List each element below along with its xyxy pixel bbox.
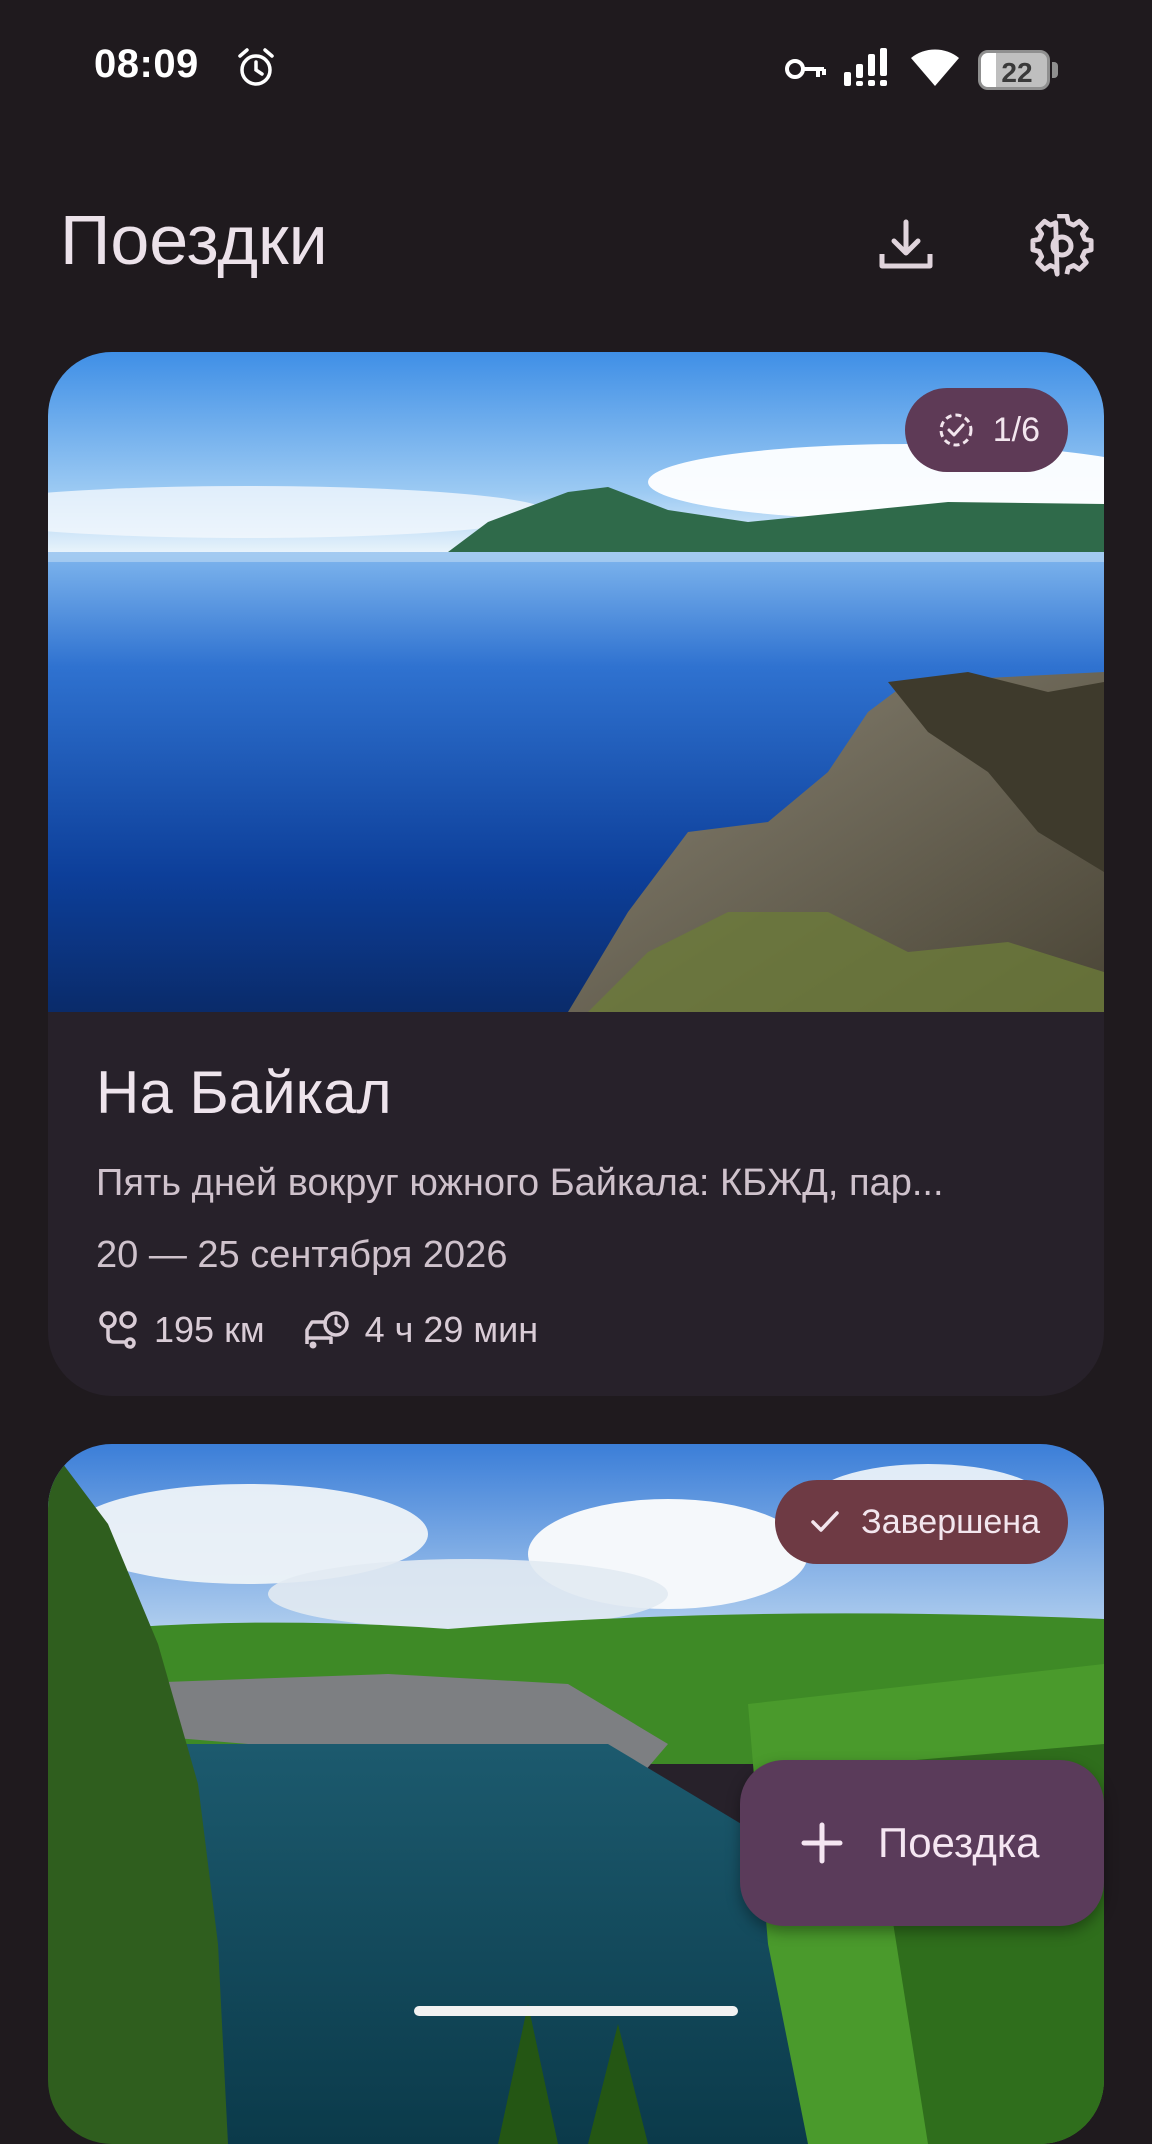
download-icon	[879, 219, 933, 269]
check-icon	[811, 1511, 839, 1532]
home-indicator[interactable]	[414, 2006, 738, 2016]
alarm-icon	[238, 48, 274, 86]
settings-button[interactable]	[1014, 198, 1110, 294]
car-clock-icon	[304, 1311, 349, 1349]
trip-title: На Байкал	[96, 1059, 392, 1126]
trip-stats: 195 км 4 ч 29 мин	[96, 1308, 576, 1352]
trip-progress-text: 1/6	[992, 410, 1040, 449]
trip-duration: 4 ч 29 мин	[303, 1308, 539, 1352]
trip-card[interactable]: 1/6 На Байкал Пять дней вокруг южного Ба…	[48, 352, 1104, 1396]
trip-completed-badge: Завершена	[775, 1480, 1068, 1564]
trip-completed-text: Завершена	[861, 1502, 1040, 1541]
battery-level: 22	[1001, 57, 1033, 88]
page-title: Поездки	[60, 201, 328, 279]
trip-cover-image: 1/6	[48, 352, 1104, 1012]
trip-progress-badge: 1/6	[904, 388, 1068, 472]
settings-gear-icon	[1030, 214, 1094, 277]
trip-duration-text: 4 ч 29 мин	[364, 1309, 539, 1350]
trip-dates: 20 — 25 сентября 2026	[96, 1234, 508, 1276]
status-bar: 08:09 22	[0, 0, 1152, 140]
battery-body: 22	[978, 50, 1050, 90]
trip-description: Пять дней вокруг южного Байкала: КБЖД, п…	[96, 1162, 944, 1204]
trip-distance-text: 195 км	[154, 1309, 265, 1350]
trip-card-body: На Байкал Пять дней вокруг южного Байкал…	[48, 1012, 1104, 1396]
status-time: 08:09	[94, 42, 199, 86]
download-button[interactable]	[858, 198, 954, 294]
app-header: Поездки	[0, 170, 1152, 300]
wifi-icon	[911, 49, 959, 86]
vpn-key-icon	[785, 59, 826, 79]
add-trip-button[interactable]: Поездка	[740, 1760, 1104, 1926]
add-trip-label: Поездка	[878, 1819, 1040, 1866]
battery-cap	[1052, 62, 1058, 78]
trip-distance: 195 км	[96, 1308, 265, 1352]
signal-icon	[844, 48, 887, 86]
progress-check-icon	[939, 413, 973, 447]
plus-icon	[801, 1822, 843, 1864]
route-icon	[99, 1311, 137, 1349]
battery-icon: 22	[978, 50, 1058, 90]
